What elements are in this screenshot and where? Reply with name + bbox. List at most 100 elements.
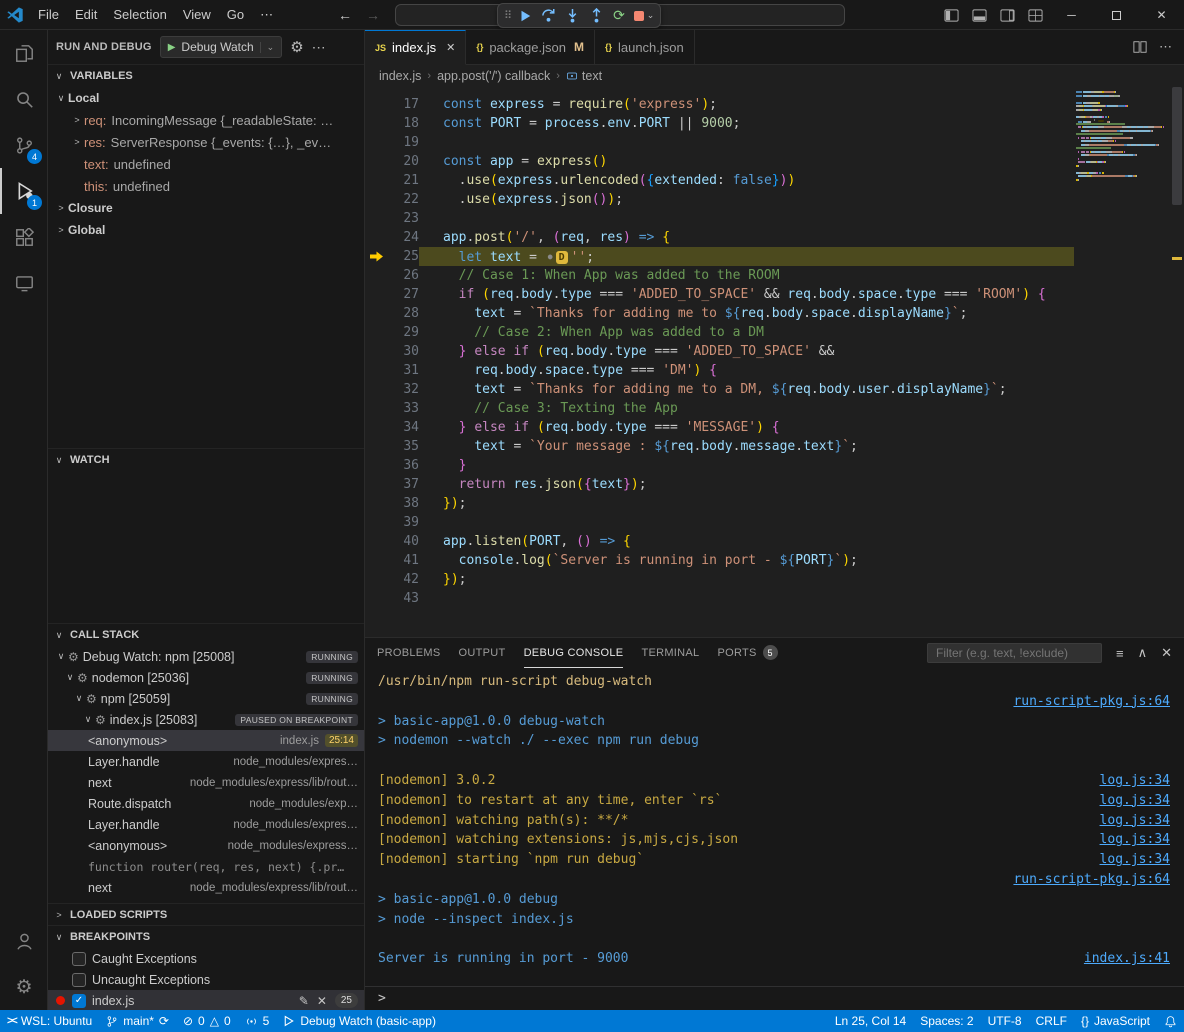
toggle-secondary-sidebar-icon[interactable] [993,0,1021,30]
console-source-link[interactable]: log.js:34 [1100,773,1170,788]
code-line-31[interactable]: 31 req.body.space.type === 'DM') { [365,361,1074,380]
menu-item-4[interactable]: Go [219,7,252,22]
breakpoint-checkbox[interactable] [72,973,86,987]
activity-item-search[interactable] [0,76,48,122]
breakpoint-gutter[interactable] [365,589,387,608]
breadcrumb-item-0[interactable]: index.js [379,69,421,83]
console-source-link[interactable]: log.js:34 [1100,813,1170,828]
filter-icon[interactable]: ≡ [1116,646,1124,661]
split-editor-icon[interactable] [1133,40,1147,54]
encoding[interactable]: UTF-8 [981,1010,1029,1032]
stack-frame[interactable]: next node_modules/express/lib/rout… [48,772,364,793]
customize-layout-icon[interactable] [1021,0,1049,30]
code-line-26[interactable]: 26 // Case 1: When App was added to the … [365,266,1074,285]
activity-item-source-control[interactable]: 4 [0,122,48,168]
debug-current-line-arrow-icon[interactable] [365,247,387,266]
console-source-link[interactable]: run-script-pkg.js:64 [1013,872,1170,887]
code-line-21[interactable]: 21 .use(express.urlencoded({extended: fa… [365,171,1074,190]
breakpoint-row[interactable]: Uncaught Exceptions [48,969,364,990]
breadcrumb-item-2[interactable]: text [566,69,602,83]
call-stack-section-header[interactable]: ∨ CALL STACK [48,624,364,646]
activity-item-accounts[interactable] [0,918,48,964]
variables-scope[interactable]: >Global [48,219,364,241]
toggle-sidebar-icon[interactable] [937,0,965,30]
close-window-button[interactable]: ✕ [1139,0,1184,30]
stack-frame[interactable]: Layer.handle node_modules/expres… [48,751,364,772]
variables-scope[interactable]: >Closure [48,197,364,219]
breakpoint-gutter[interactable] [365,380,387,399]
breakpoint-gutter[interactable] [365,361,387,380]
tab-index.js[interactable]: JS index.js ✕ [365,30,466,65]
menu-item-3[interactable]: View [175,7,219,22]
code-line-43[interactable]: 43 [365,589,1074,608]
breakpoint-gutter[interactable] [365,456,387,475]
stop-button[interactable] [633,10,645,22]
toggle-panel-icon[interactable] [965,0,993,30]
code-line-24[interactable]: 24 app.post('/', (req, res) => { [365,228,1074,247]
menu-item-5[interactable]: ⋯ [252,7,281,23]
code-line-27[interactable]: 27 if (req.body.type === 'ADDED_TO_SPACE… [365,285,1074,304]
minimap[interactable] [1076,91,1170,186]
indentation[interactable]: Spaces: 2 [913,1010,980,1032]
code-line-19[interactable]: 19 [365,133,1074,152]
start-debug-icon[interactable]: ▶ [168,42,176,53]
breakpoint-gutter[interactable] [365,133,387,152]
panel-tab-ports[interactable]: PORTS5 [717,638,777,668]
variables-section-header[interactable]: ∨ VARIABLES [48,65,364,87]
code-line-42[interactable]: 42 }); [365,570,1074,589]
code-line-22[interactable]: 22 .use(express.json()); [365,190,1074,209]
continue-button[interactable] [517,8,533,24]
minimize-button[interactable]: ─ [1049,0,1094,30]
call-stack-session[interactable]: ∨ ⚙ nodemon [25036] RUNNING [48,667,364,688]
breakpoint-gutter[interactable] [365,399,387,418]
stack-frame[interactable]: Layer.handle node_modules/expres… [48,814,364,835]
debug-status[interactable]: Debug Watch (basic-app) [276,1010,443,1032]
console-source-link[interactable]: run-script-pkg.js:64 [1013,694,1170,709]
panel-tab-terminal[interactable]: TERMINAL [641,638,699,668]
code-line-39[interactable]: 39 [365,513,1074,532]
maximize-button[interactable] [1094,0,1139,30]
breakpoints-section-header[interactable]: ∨ BREAKPOINTS [48,926,364,948]
breakpoint-gutter[interactable] [365,285,387,304]
code-line-23[interactable]: 23 [365,209,1074,228]
git-branch[interactable]: main* ⟳ [99,1010,176,1032]
call-stack-session[interactable]: ∨ ⚙ Debug Watch: npm [25008] RUNNING [48,646,364,667]
edit-breakpoint-icon[interactable]: ✎ [299,994,309,1008]
breakpoint-row[interactable]: Caught Exceptions [48,948,364,969]
remote-indicator[interactable]: >< WSL: Ubuntu [0,1010,99,1032]
problems-indicator[interactable]: ⊘ 0 △ 0 [176,1010,238,1032]
breakpoint-gutter[interactable] [365,304,387,323]
code-line-37[interactable]: 37 return res.json({text}); [365,475,1074,494]
restart-button[interactable]: ⟳ [612,6,626,25]
breakpoint-gutter[interactable] [365,475,387,494]
remove-breakpoint-icon[interactable]: ✕ [317,994,327,1008]
menu-item-2[interactable]: Selection [105,7,174,22]
editor-more-actions-icon[interactable]: ⋯ [1159,39,1172,55]
variable-row[interactable]: text:undefined [48,153,364,175]
breakpoint-checkbox[interactable] [72,952,86,966]
tab-launch.json[interactable]: {} launch.json [595,30,695,64]
stack-frame[interactable]: next node_modules/express/lib/rout… [48,877,364,898]
console-source-link[interactable]: log.js:34 [1100,793,1170,808]
console-source-link[interactable]: log.js:34 [1100,852,1170,867]
step-out-button[interactable] [588,7,605,24]
breakpoint-gutter[interactable] [365,342,387,361]
drag-handle-icon[interactable]: ⠿ [504,9,510,22]
code-line-36[interactable]: 36 } [365,456,1074,475]
stack-frame[interactable]: <anonymous> index.js 25:14 [48,730,364,751]
tab-package.json[interactable]: {} package.json M [466,30,595,64]
breakpoint-gutter[interactable] [365,190,387,209]
breakpoint-gutter[interactable] [365,323,387,342]
code-line-33[interactable]: 33 // Case 3: Texting the App [365,399,1074,418]
cursor-position[interactable]: Ln 25, Col 14 [828,1010,913,1032]
activity-item-remote-explorer[interactable] [0,260,48,306]
eol-sequence[interactable]: CRLF [1029,1010,1074,1032]
code-line-32[interactable]: 32 text = `Thanks for adding me to a DM,… [365,380,1074,399]
code-line-35[interactable]: 35 text = `Your message : ${req.body.mes… [365,437,1074,456]
variable-row[interactable]: this:undefined [48,175,364,197]
code-line-17[interactable]: 17 const express = require('express'); [365,95,1074,114]
sync-icon[interactable]: ⟳ [159,1014,169,1028]
loaded-scripts-section-header[interactable]: > LOADED SCRIPTS [48,904,364,925]
code-line-34[interactable]: 34 } else if (req.body.type === 'MESSAGE… [365,418,1074,437]
nav-forward-icon[interactable]: → [366,7,380,23]
